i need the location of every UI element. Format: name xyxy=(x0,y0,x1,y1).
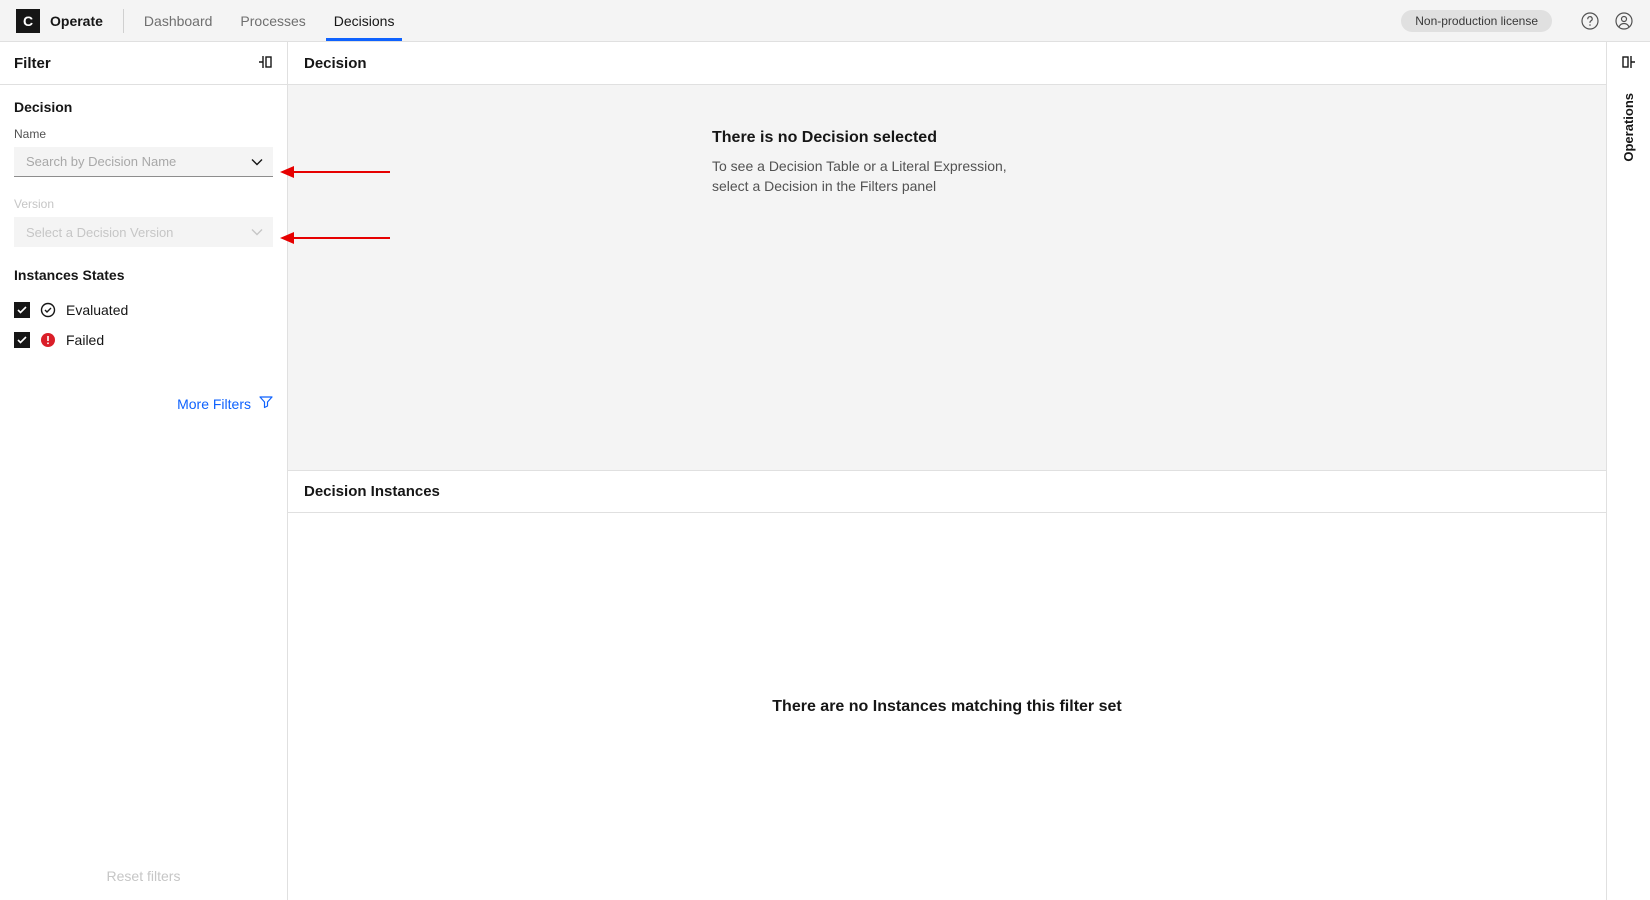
evaluated-icon xyxy=(40,302,56,318)
app-header: C Operate Dashboard Processes Decisions … xyxy=(0,0,1650,42)
main-content: Decision There is no Decision selected T… xyxy=(288,42,1606,900)
help-icon[interactable] xyxy=(1580,11,1600,31)
user-icon[interactable] xyxy=(1614,11,1634,31)
nav-tab-decisions[interactable]: Decisions xyxy=(334,2,395,40)
instances-body: There are no Instances matching this fil… xyxy=(288,513,1606,900)
filter-title: Filter xyxy=(14,55,51,72)
license-badge: Non-production license xyxy=(1401,10,1552,32)
decision-version-placeholder: Select a Decision Version xyxy=(26,225,173,240)
state-label-failed: Failed xyxy=(66,332,104,348)
decision-viewer: There is no Decision selected To see a D… xyxy=(288,85,1606,470)
operations-sidebar: Operations xyxy=(1606,42,1650,900)
name-field-label: Name xyxy=(14,127,273,141)
version-field-label: Version xyxy=(14,197,273,211)
decision-name-placeholder: Search by Decision Name xyxy=(26,154,176,169)
decision-empty-title: There is no Decision selected xyxy=(712,129,1112,147)
state-label-evaluated: Evaluated xyxy=(66,302,128,318)
decision-version-select: Select a Decision Version xyxy=(14,217,273,247)
checkbox-evaluated[interactable] xyxy=(14,302,30,318)
app-name: Operate xyxy=(50,13,103,29)
state-row-evaluated: Evaluated xyxy=(14,295,273,325)
operations-label: Operations xyxy=(1621,93,1636,162)
checkbox-failed[interactable] xyxy=(14,332,30,348)
instances-panel-title: Decision Instances xyxy=(288,470,1606,513)
collapse-panel-icon[interactable] xyxy=(257,54,273,73)
failed-icon xyxy=(40,332,56,348)
filter-sidebar: Filter Decision Name Search by Decision … xyxy=(0,42,288,900)
decision-section-title: Decision xyxy=(14,99,273,115)
filter-icon xyxy=(259,395,273,412)
decision-empty-text: To see a Decision Table or a Literal Exp… xyxy=(712,157,1032,196)
state-row-failed: Failed xyxy=(14,325,273,355)
no-instances-message: There are no Instances matching this fil… xyxy=(772,698,1121,716)
instances-states-title: Instances States xyxy=(14,267,273,283)
nav-tab-dashboard[interactable]: Dashboard xyxy=(144,2,213,40)
header-divider xyxy=(123,9,124,33)
nav-tabs: Dashboard Processes Decisions xyxy=(144,2,395,40)
nav-tab-processes[interactable]: Processes xyxy=(240,2,305,40)
decision-empty-state: There is no Decision selected To see a D… xyxy=(712,129,1112,196)
decision-panel-title: Decision xyxy=(288,42,1606,85)
more-filters-link[interactable]: More Filters xyxy=(0,355,287,412)
expand-panel-icon[interactable] xyxy=(1621,54,1637,73)
filter-header: Filter xyxy=(0,42,287,85)
reset-filters-button: Reset filters xyxy=(0,868,287,884)
app-logo: C xyxy=(16,9,40,33)
chevron-down-icon xyxy=(251,154,263,169)
chevron-down-icon xyxy=(251,225,263,240)
decision-name-select[interactable]: Search by Decision Name xyxy=(14,147,273,177)
